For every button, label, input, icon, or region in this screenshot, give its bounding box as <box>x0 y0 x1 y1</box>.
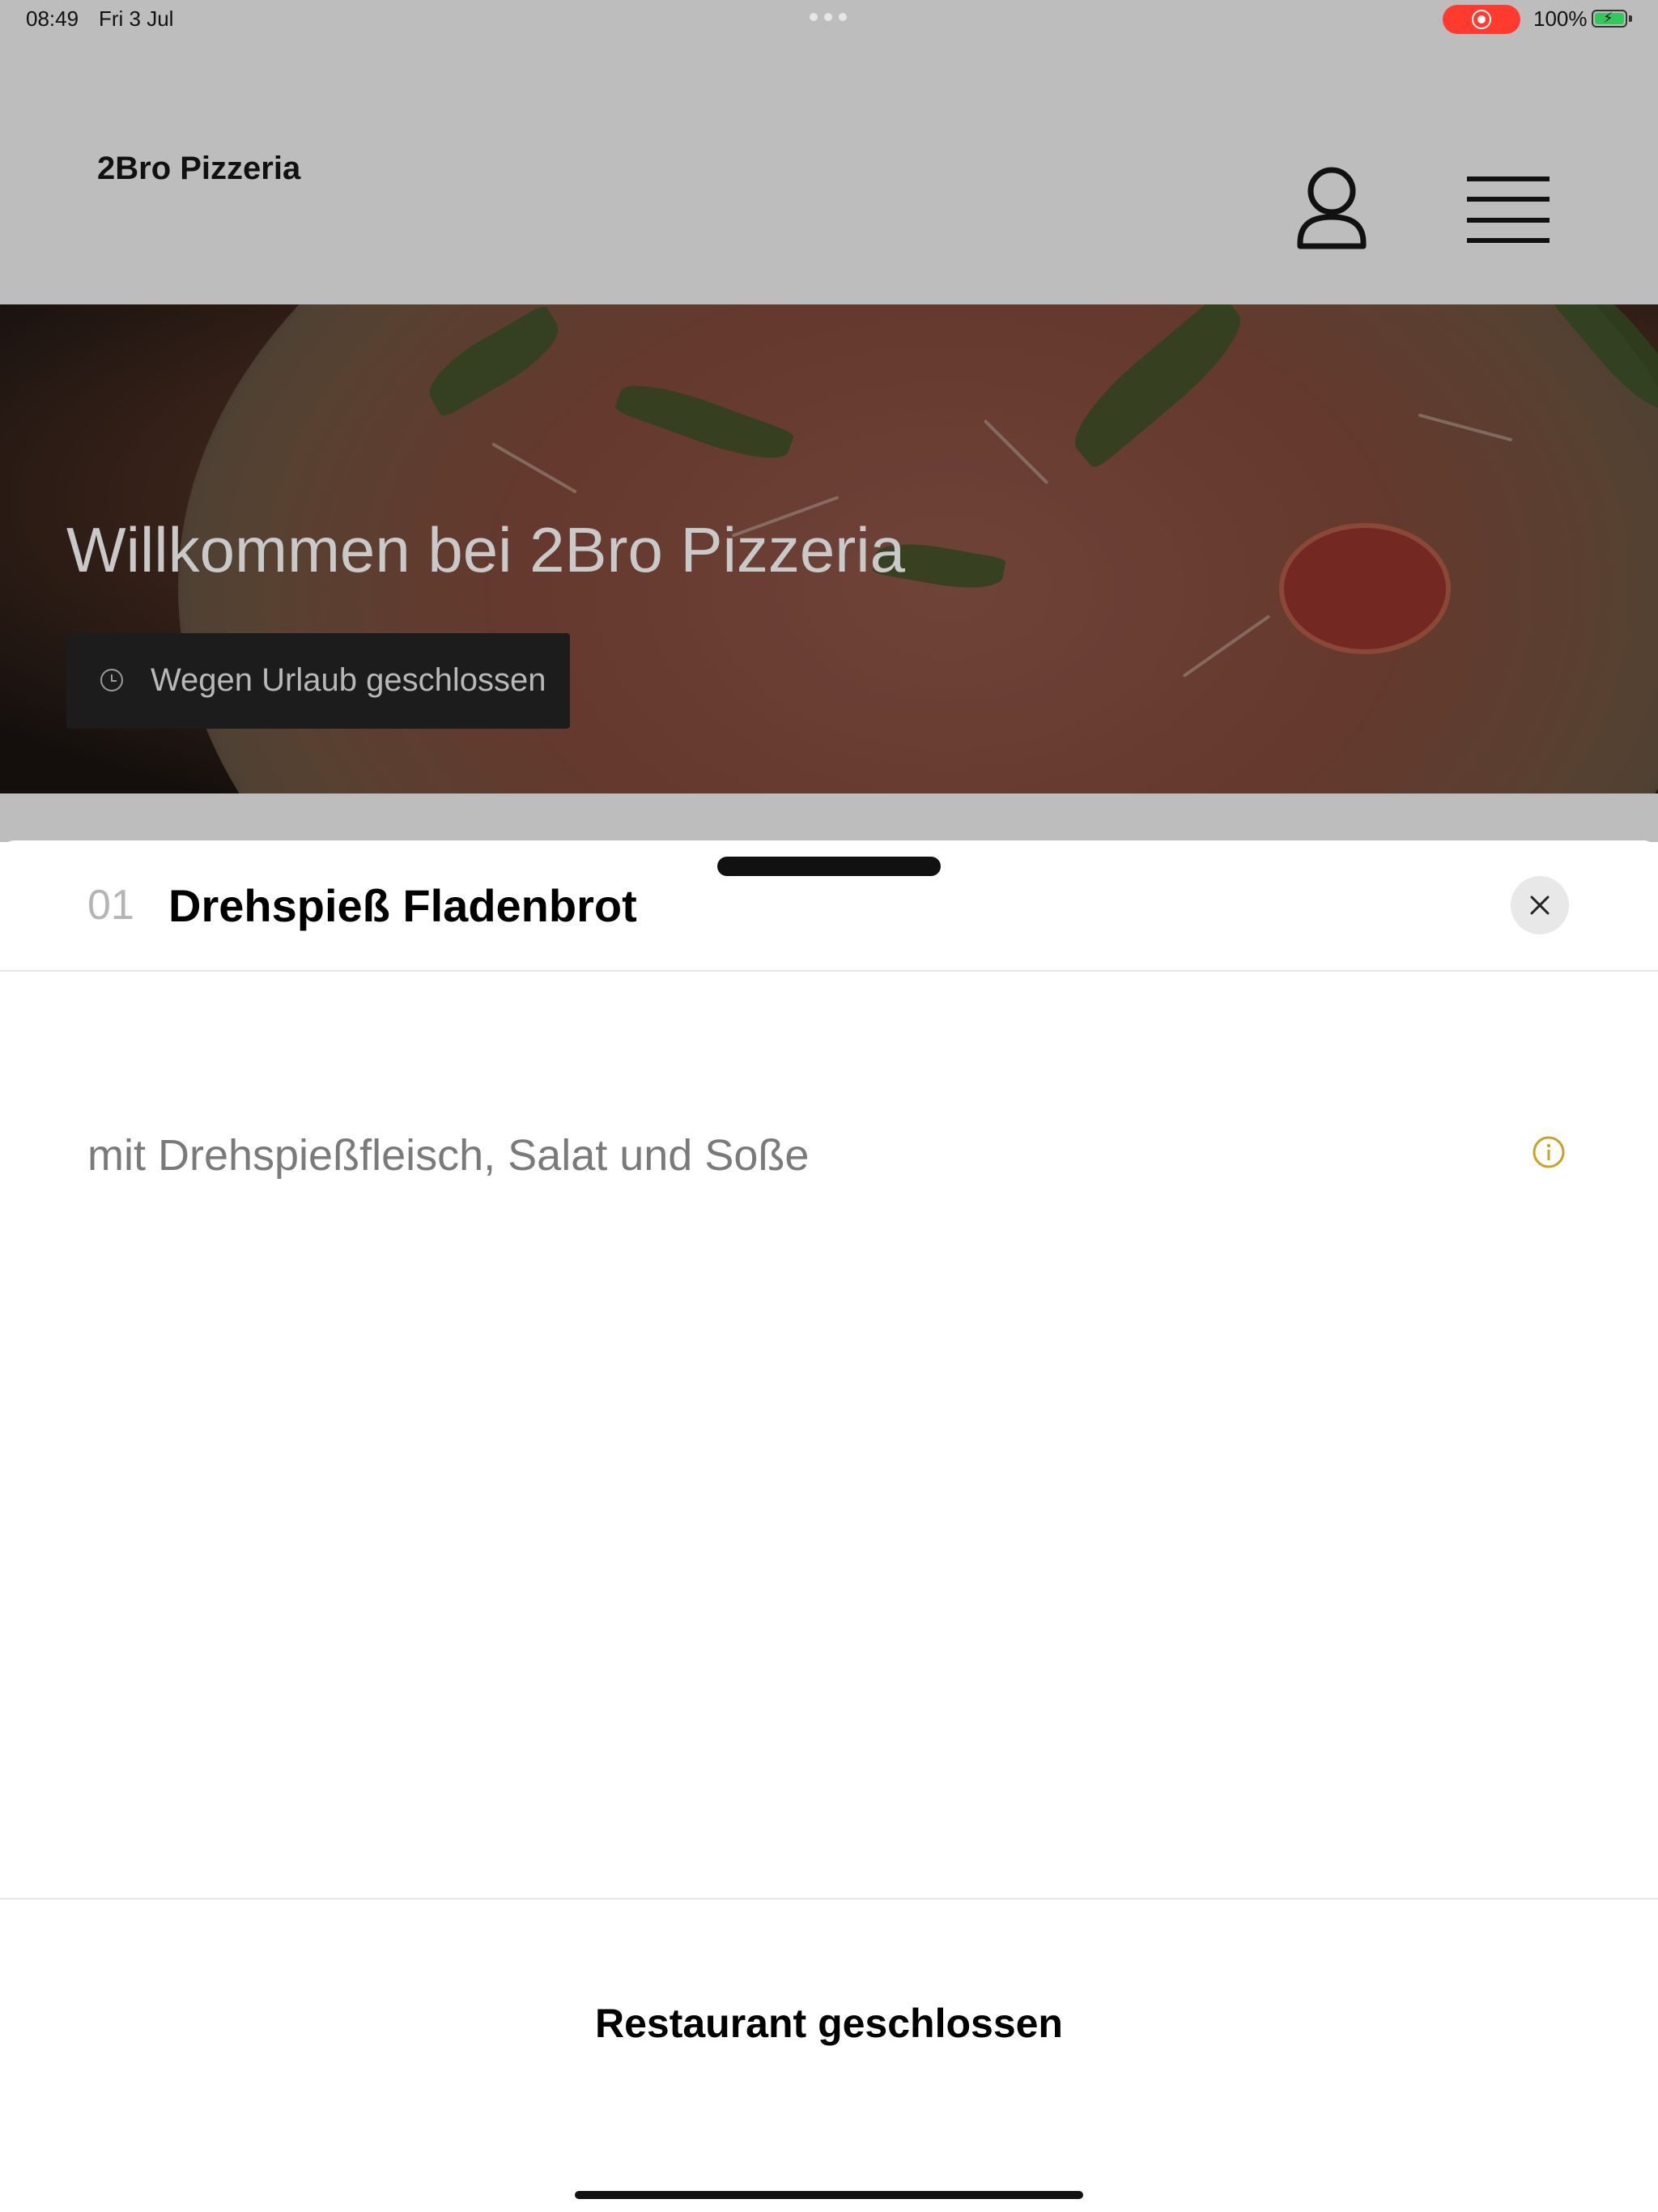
brand-name[interactable]: 2Bro Pizzeria <box>97 151 300 187</box>
item-detail-sheet: 01 Drehspieß Fladenbrot mit Drehspießfle… <box>0 840 1658 2212</box>
multitasking-dots-icon[interactable] <box>810 13 848 23</box>
battery-icon: ⚡ <box>1592 10 1627 28</box>
hero-banner: Willkommen bei 2Bro Pizzeria Wegen Urlau… <box>0 304 1658 793</box>
status-time: 08:49 <box>26 6 79 31</box>
sheet-header-divider <box>0 970 1658 972</box>
restaurant-closed-label: Restaurant geschlossen <box>595 2001 1063 2046</box>
screen-recording-icon[interactable] <box>1443 5 1520 34</box>
battery-cap <box>1629 15 1632 22</box>
item-number: 01 <box>87 882 134 929</box>
item-description: mit Drehspießfleisch, Salat und Soße <box>87 1131 810 1180</box>
close-icon <box>1530 895 1550 915</box>
page-backdrop <box>0 793 1658 842</box>
status-date: Fri 3 Jul <box>99 6 174 31</box>
info-icon[interactable] <box>1532 1135 1566 1169</box>
hamburger-menu-icon[interactable] <box>1467 175 1550 245</box>
sheet-footer-divider <box>0 1898 1658 1899</box>
sheet-grabber[interactable] <box>717 857 941 876</box>
close-button[interactable] <box>1511 876 1569 934</box>
home-indicator[interactable] <box>575 2191 1083 2199</box>
clock-icon <box>100 669 123 691</box>
status-badge-label: Wegen Urlaub geschlossen <box>151 662 546 698</box>
hero-title: Willkommen bei 2Bro Pizzeria <box>66 514 905 585</box>
person-icon[interactable] <box>1295 165 1368 254</box>
battery-percentage: 100% <box>1533 6 1588 31</box>
status-bar: 08:49 Fri 3 Jul 100% ⚡ <box>0 0 1658 39</box>
status-badge: Wegen Urlaub geschlossen <box>66 633 570 729</box>
site-header: 2Bro Pizzeria <box>0 39 1658 304</box>
item-title: Drehspieß Fladenbrot <box>168 880 637 931</box>
